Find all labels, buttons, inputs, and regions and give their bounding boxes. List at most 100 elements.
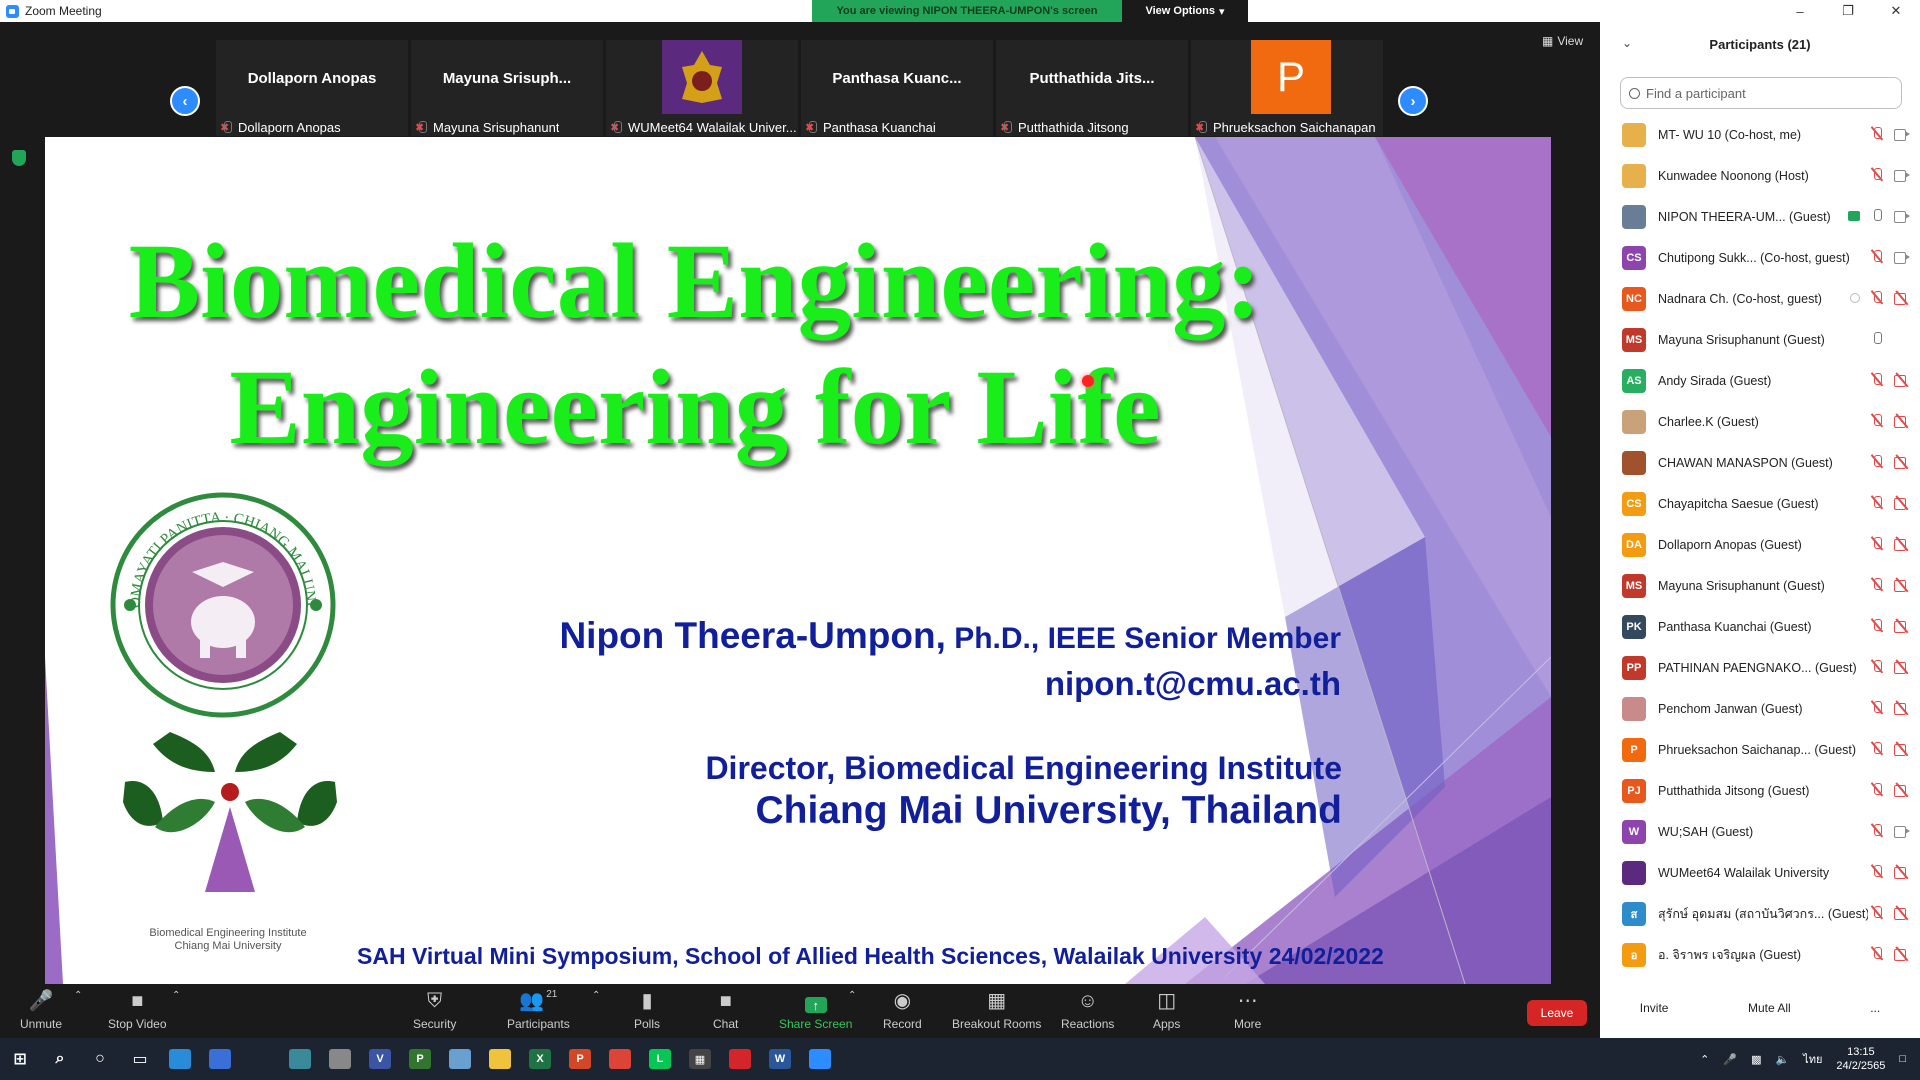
- participant-row[interactable]: PP PATHINAN PAENGNAKO... (Guest): [1600, 647, 1920, 688]
- participant-search-input[interactable]: Find a participant: [1620, 77, 1902, 109]
- apps-icon: ◫: [1157, 990, 1177, 1012]
- taskbar-search-button[interactable]: ⌕: [40, 1038, 80, 1080]
- share-screen-button[interactable]: ↑ Share Screen: [779, 989, 852, 1031]
- taskbar-explorer-button[interactable]: [480, 1038, 520, 1080]
- participant-row[interactable]: NC Nadnara Ch. (Co-host, guest): [1600, 278, 1920, 319]
- volume-icon[interactable]: 🔈: [1775, 1053, 1789, 1066]
- clock[interactable]: 13:15 24/2/2565: [1836, 1045, 1885, 1073]
- video-tile[interactable]: Mayuna Srisuph... ✖ Mayuna Srisuphanunt: [411, 40, 603, 136]
- participant-row[interactable]: ส สุรักษ์ อุดมสม (สถาบันวิศวกร... (Guest): [1600, 893, 1920, 934]
- breakout-rooms-button[interactable]: ▦ Breakout Rooms: [952, 989, 1041, 1031]
- tray-chevron-icon[interactable]: ⌃: [1700, 1053, 1709, 1066]
- view-options-button[interactable]: View Options ▾: [1122, 0, 1248, 22]
- participant-row[interactable]: Kunwadee Noonong (Host): [1600, 155, 1920, 196]
- more-options-button[interactable]: ...: [1862, 997, 1888, 1019]
- taskbar-edge-button[interactable]: [160, 1038, 200, 1080]
- video-options-caret-icon[interactable]: ⌃: [172, 990, 180, 1001]
- participant-row[interactable]: PJ Putthathida Jitsong (Guest): [1600, 770, 1920, 811]
- participant-row[interactable]: PK Panthasa Kuanchai (Guest): [1600, 606, 1920, 647]
- video-tile[interactable]: Dollaporn Anopas ✖ Dollaporn Anopas: [216, 40, 408, 136]
- participant-row[interactable]: Penchom Janwan (Guest): [1600, 688, 1920, 729]
- more-button[interactable]: ⋯ More: [1234, 989, 1261, 1031]
- participant-row[interactable]: W WU;SAH (Guest): [1600, 811, 1920, 852]
- minimize-icon[interactable]: –: [1776, 0, 1824, 22]
- video-tile[interactable]: Panthasa Kuanc... ✖ Panthasa Kuanchai: [801, 40, 993, 136]
- avatar: [1622, 696, 1646, 721]
- chat-button[interactable]: ■ Chat: [713, 989, 738, 1031]
- notification-icon[interactable]: □: [1899, 1053, 1906, 1065]
- participant-row[interactable]: CS Chutipong Sukk... (Co-host, guest): [1600, 237, 1920, 278]
- leave-button[interactable]: Leave: [1527, 1000, 1587, 1026]
- participant-row[interactable]: MT- WU 10 (Co-host, me): [1600, 114, 1920, 155]
- taskbar-app-mapper-button[interactable]: [280, 1038, 320, 1080]
- participant-row[interactable]: อ อ. จิราพร เจริญผล (Guest): [1600, 934, 1920, 975]
- muted-mic-icon: ✖: [805, 120, 819, 135]
- participant-row[interactable]: CHAWAN MANASPON (Guest): [1600, 442, 1920, 483]
- participant-status-icons: [1848, 209, 1910, 223]
- stop-video-button[interactable]: ■ Stop Video: [108, 989, 167, 1031]
- taskbar-task-view-button[interactable]: ▭: [120, 1038, 160, 1080]
- viewing-banner: You are viewing NIPON THEERA-UMPON's scr…: [812, 0, 1248, 22]
- participant-row[interactable]: Charlee.K (Guest): [1600, 401, 1920, 442]
- participant-name: WUMeet64 Walailak University: [1658, 865, 1830, 880]
- microphone-icon[interactable]: 🎤: [1723, 1053, 1737, 1066]
- audio-options-caret-icon[interactable]: ⌃: [74, 990, 82, 1001]
- video-tile[interactable]: Putthathida Jits... ✖ Putthathida Jitsong: [996, 40, 1188, 136]
- taskbar-chrome-button[interactable]: [600, 1038, 640, 1080]
- invite-button[interactable]: Invite: [1632, 997, 1677, 1019]
- taskbar-app-notes-button[interactable]: [440, 1038, 480, 1080]
- taskbar-acrobat-button[interactable]: [720, 1038, 760, 1080]
- ellipsis-icon: ⋯: [1237, 990, 1258, 1012]
- network-icon[interactable]: ▩: [1751, 1053, 1761, 1066]
- participant-row[interactable]: P Phrueksachon Saichanap... (Guest): [1600, 729, 1920, 770]
- participant-row[interactable]: WUMeet64 Walailak University: [1600, 852, 1920, 893]
- reactions-button[interactable]: ☺ Reactions: [1061, 989, 1114, 1031]
- record-button[interactable]: ◉ Record: [883, 989, 922, 1031]
- participant-row[interactable]: DA Dollaporn Anopas (Guest): [1600, 524, 1920, 565]
- participants-caret-icon[interactable]: ⌃: [592, 990, 600, 1001]
- presenter-title: Director, Biomedical Engineering Institu…: [705, 750, 1342, 786]
- video-off-icon: [1894, 292, 1910, 305]
- view-button[interactable]: ▦ View: [1542, 34, 1583, 48]
- gallery-next-icon[interactable]: ›: [1398, 86, 1428, 116]
- restore-icon[interactable]: ❐: [1824, 0, 1872, 22]
- avatar: W: [1622, 819, 1646, 844]
- security-shield-icon[interactable]: [12, 150, 26, 166]
- taskbar-store-button[interactable]: [200, 1038, 240, 1080]
- participant-status-icons: [1870, 660, 1910, 674]
- video-tile[interactable]: ✖ WUMeet64 Walailak Univer...: [606, 40, 798, 136]
- app-tool-icon: [329, 1049, 351, 1069]
- taskbar-powerpoint-button[interactable]: P: [560, 1038, 600, 1080]
- muted-mic-icon: [1870, 168, 1884, 182]
- taskbar-mail-button[interactable]: [240, 1038, 280, 1080]
- participants-button[interactable]: 👥 21 Participants: [507, 989, 570, 1031]
- mute-all-button[interactable]: Mute All: [1740, 997, 1799, 1019]
- slide-title: Biomedical Engineering: Engineering for …: [115, 219, 1275, 471]
- taskbar-zoom-button[interactable]: [800, 1038, 840, 1080]
- participant-row[interactable]: CS Chayapitcha Saesue (Guest): [1600, 483, 1920, 524]
- close-icon[interactable]: ✕: [1872, 0, 1920, 22]
- taskbar-excel-button[interactable]: X: [520, 1038, 560, 1080]
- security-button[interactable]: ⛨ Security: [413, 989, 456, 1031]
- unmute-button[interactable]: 🎤 Unmute: [20, 989, 62, 1031]
- participant-row[interactable]: AS Andy Sirada (Guest): [1600, 360, 1920, 401]
- participant-row[interactable]: MS Mayuna Srisuphanunt (Guest): [1600, 319, 1920, 360]
- participant-name: Chutipong Sukk... (Co-host, guest): [1658, 250, 1850, 265]
- powerpoint-icon: P: [569, 1049, 591, 1069]
- apps-button[interactable]: ◫ Apps: [1153, 989, 1180, 1031]
- taskbar-app-tool-button[interactable]: [320, 1038, 360, 1080]
- participant-row[interactable]: MS Mayuna Srisuphanunt (Guest): [1600, 565, 1920, 606]
- taskbar-visio-button[interactable]: V: [360, 1038, 400, 1080]
- taskbar-calculator-button[interactable]: ▦: [680, 1038, 720, 1080]
- participant-row[interactable]: NIPON THEERA-UM... (Guest): [1600, 196, 1920, 237]
- taskbar-windows-start-button[interactable]: ⊞: [0, 1038, 40, 1080]
- video-tile[interactable]: P ✖ Phrueksachon Saichanapan: [1191, 40, 1383, 136]
- taskbar-line-button[interactable]: L: [640, 1038, 680, 1080]
- taskbar-cortana-button[interactable]: ○: [80, 1038, 120, 1080]
- gallery-prev-icon[interactable]: ‹: [170, 86, 200, 116]
- polls-button[interactable]: ▮ Polls: [634, 989, 660, 1031]
- share-options-caret-icon[interactable]: ⌃: [848, 990, 856, 1001]
- taskbar-project-button[interactable]: P: [400, 1038, 440, 1080]
- input-language[interactable]: ไทย: [1803, 1050, 1822, 1068]
- taskbar-word-button[interactable]: W: [760, 1038, 800, 1080]
